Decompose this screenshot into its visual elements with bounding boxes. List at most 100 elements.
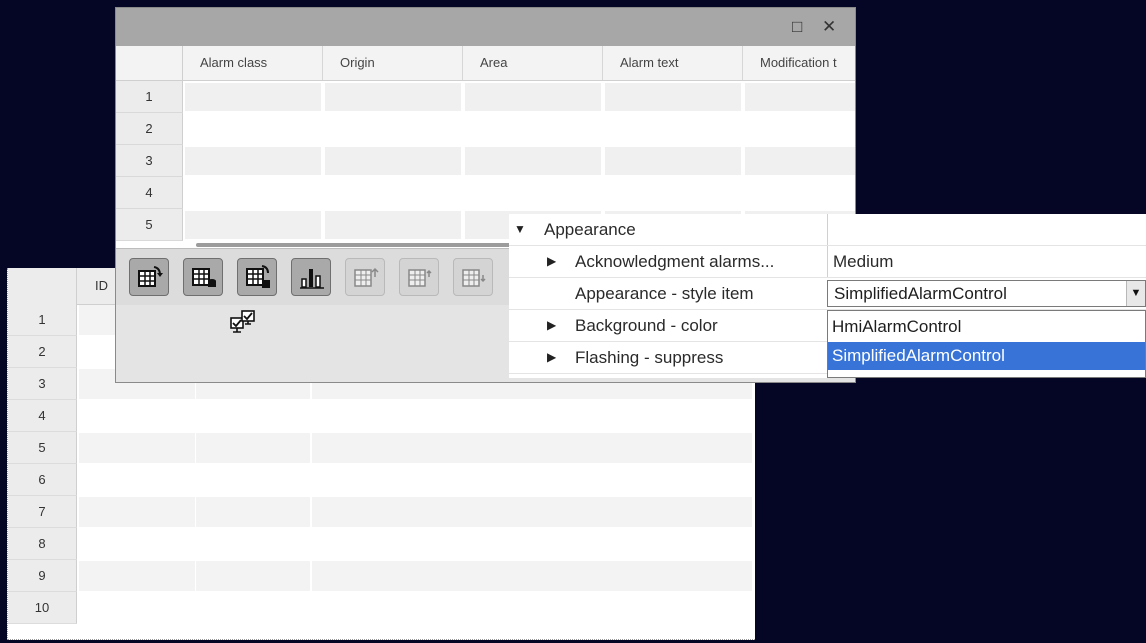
style-item-dropdown-list: HmiAlarmControl SimplifiedAlarmControl: [827, 310, 1146, 378]
table-cell[interactable]: [325, 83, 461, 111]
table-row[interactable]: 10: [8, 592, 755, 624]
table-cell[interactable]: [465, 115, 601, 143]
select-previous-row-button[interactable]: [399, 258, 439, 296]
row-number: 8: [8, 528, 77, 560]
current-alarms-button[interactable]: [129, 258, 169, 296]
option-simplified-alarm-control[interactable]: SimplifiedAlarmControl: [828, 342, 1145, 370]
column-header-alarm-text[interactable]: Alarm text: [603, 46, 743, 80]
collapse-arrow-icon[interactable]: ▼: [514, 214, 526, 245]
row-number: 3: [116, 145, 183, 177]
table-cell[interactable]: [312, 497, 752, 527]
table-cell[interactable]: [196, 465, 310, 495]
property-label: Flashing - suppress: [575, 348, 724, 367]
table-cell[interactable]: [745, 179, 855, 207]
section-appearance[interactable]: ▼ Appearance: [509, 214, 1146, 246]
table-cell[interactable]: [325, 179, 461, 207]
select-first-row-button[interactable]: [345, 258, 385, 296]
table-cell[interactable]: [605, 115, 741, 143]
column-header-modification-time[interactable]: Modification t: [743, 46, 855, 80]
row-number: 5: [116, 209, 183, 241]
row-number: 10: [8, 592, 77, 624]
expand-arrow-icon[interactable]: ▶: [547, 246, 556, 277]
table-row[interactable]: 3: [116, 145, 855, 177]
property-label: Acknowledgment alarms...: [575, 252, 775, 271]
table-row[interactable]: 4: [8, 400, 755, 432]
table-cell[interactable]: [325, 115, 461, 143]
table-cell[interactable]: [185, 83, 321, 111]
option-hmi-alarm-control[interactable]: HmiAlarmControl: [828, 313, 1145, 341]
table-cell[interactable]: [325, 147, 461, 175]
horizontal-scrollbar[interactable]: [196, 243, 516, 247]
table-cell[interactable]: [79, 433, 195, 463]
log-sequence-button[interactable]: [237, 258, 277, 296]
row-number: 4: [116, 177, 183, 209]
table-cell[interactable]: [312, 401, 752, 431]
close-icon[interactable]: ✕: [822, 17, 836, 37]
table-cell[interactable]: [465, 83, 601, 111]
alarm-statistics-icon: [300, 269, 324, 289]
table-cell[interactable]: [196, 433, 310, 463]
table-cell[interactable]: [465, 179, 601, 207]
row-number: 5: [8, 432, 77, 464]
column-header-id[interactable]: ID: [95, 268, 108, 304]
table-cell[interactable]: [185, 115, 321, 143]
property-acknowledgment-alarms[interactable]: ▶ Acknowledgment alarms... Medium: [509, 246, 1146, 278]
table-cell[interactable]: [79, 401, 195, 431]
property-appearance-style-item[interactable]: Appearance - style item SimplifiedAlarmC…: [509, 278, 1146, 310]
expand-arrow-icon[interactable]: ▶: [547, 342, 556, 373]
column-header-alarm-class[interactable]: Alarm class: [183, 46, 323, 80]
expand-arrow-icon[interactable]: ▶: [547, 310, 556, 341]
table-row[interactable]: 7: [8, 496, 755, 528]
table-cell[interactable]: [185, 179, 321, 207]
table-cell[interactable]: [196, 561, 310, 591]
table-cell[interactable]: [312, 433, 752, 463]
table-cell[interactable]: [465, 147, 601, 175]
table-cell[interactable]: [79, 497, 195, 527]
row-number: 6: [8, 464, 77, 496]
table-cell[interactable]: [312, 593, 752, 623]
table-cell[interactable]: [196, 497, 310, 527]
alarm-statistics-button[interactable]: [291, 258, 331, 296]
table-cell[interactable]: [312, 465, 752, 495]
table-cell[interactable]: [312, 529, 752, 559]
table-cell[interactable]: [745, 147, 855, 175]
title-bar: □ ✕: [116, 8, 855, 46]
maximize-icon[interactable]: □: [792, 17, 802, 37]
table-cell[interactable]: [79, 465, 195, 495]
table-cell[interactable]: [325, 211, 461, 239]
table-row[interactable]: 5: [8, 432, 755, 464]
table-cell[interactable]: [605, 147, 741, 175]
table-cell[interactable]: [196, 529, 310, 559]
table-cell[interactable]: [185, 147, 321, 175]
property-label: Appearance - style item: [575, 284, 754, 303]
table-cell[interactable]: [196, 401, 310, 431]
row-number: 3: [8, 368, 77, 400]
table-cell[interactable]: [312, 561, 752, 591]
row-number: 1: [8, 304, 77, 336]
header-corner: [8, 268, 77, 304]
table-row[interactable]: 1: [116, 81, 855, 113]
alarm-log-button[interactable]: [183, 258, 223, 296]
table-cell[interactable]: [79, 561, 195, 591]
table-cell[interactable]: [185, 211, 321, 239]
table-cell[interactable]: [79, 593, 195, 623]
property-value[interactable]: Medium: [827, 246, 1146, 277]
select-next-row-button[interactable]: [453, 258, 493, 296]
table-row[interactable]: 6: [8, 464, 755, 496]
table-row[interactable]: 9: [8, 560, 755, 592]
column-header-origin[interactable]: Origin: [323, 46, 463, 80]
table-row[interactable]: 4: [116, 177, 855, 209]
chevron-down-icon[interactable]: ▼: [1126, 281, 1145, 306]
table-cell[interactable]: [79, 529, 195, 559]
table-cell[interactable]: [605, 179, 741, 207]
table-row[interactable]: 8: [8, 528, 755, 560]
table-cell[interactable]: [605, 83, 741, 111]
section-value: [827, 214, 1146, 245]
column-header-area[interactable]: Area: [463, 46, 603, 80]
table-cell[interactable]: [745, 83, 855, 111]
multi-acknowledge-icon[interactable]: [229, 309, 257, 337]
table-row[interactable]: 2: [116, 113, 855, 145]
table-cell[interactable]: [196, 593, 310, 623]
table-cell[interactable]: [745, 115, 855, 143]
style-item-select[interactable]: SimplifiedAlarmControl ▼: [827, 280, 1146, 307]
